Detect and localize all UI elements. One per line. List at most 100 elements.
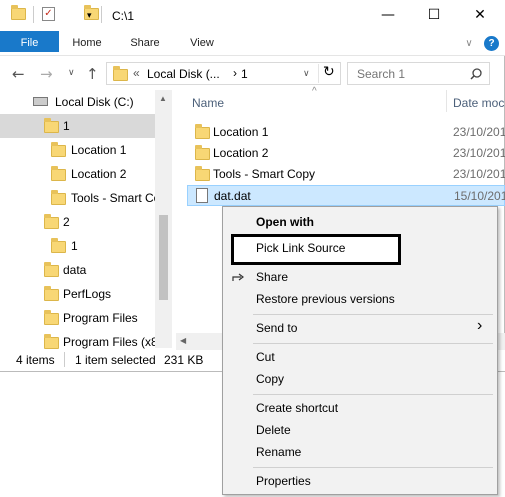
customize-quick-access-icon[interactable]: ▾ [87,10,92,21]
forward-arrow-icon[interactable]: → [40,65,53,83]
selection-count: 1 item selected [75,353,156,367]
expand-ribbon-icon[interactable]: ∨ [462,31,476,56]
file-row-location-1[interactable]: Location 1 23/10/201 [187,122,505,143]
ribbon: File Home Share View ∨ ? [0,31,505,56]
divider [318,64,319,83]
folder-icon [44,334,59,349]
maximize-button[interactable]: ☐ [411,0,457,31]
file-date: 15/10/201 [454,189,505,203]
address-bar[interactable]: « Local Disk (... › 1 ∨ ↻ [106,62,341,85]
folder-icon [44,214,59,229]
tree-item-perflogs[interactable]: PerfLogs [0,282,155,306]
divider [64,352,65,367]
selection-size: 231 KB [164,353,204,367]
address-dropdown-icon[interactable]: ∨ [303,68,310,79]
window-title: C:\1 [112,9,135,23]
tree-item-label: Location 1 [71,143,127,157]
tree-scrollbar[interactable]: ▲ [155,90,172,348]
folder-icon [113,66,128,81]
breadcrumb-local-disk[interactable]: Local Disk (... [147,67,220,81]
tab-file[interactable]: File [0,31,59,52]
column-header-date-modified[interactable]: Date moc [453,96,504,110]
tree-item-program-files[interactable]: Program Files [0,306,155,330]
tab-share[interactable]: Share [120,31,170,56]
tree-item-1-shortcut[interactable]: 1 [0,234,155,258]
file-name: Tools - Smart Copy [213,167,316,181]
file-row-dat-dat[interactable]: dat.dat 15/10/201 [187,185,505,206]
menu-item-pick-link-source[interactable]: Pick Link Source [256,241,345,255]
folder-icon [195,166,210,181]
tree-item-data[interactable]: data [0,258,155,282]
file-name: dat.dat [214,189,251,203]
tab-home[interactable]: Home [62,31,112,56]
folder-icon [44,310,59,325]
menu-separator [253,467,493,468]
tree-item-label: 2 [63,215,70,229]
search-icon[interactable] [470,68,482,80]
file-date: 23/10/201 [453,125,505,139]
menu-separator [253,343,493,344]
scroll-up-icon[interactable]: ▲ [159,94,167,103]
divider [101,6,102,23]
tree-item-2[interactable]: 2 [0,210,155,234]
tree-item-tools-smart-copy[interactable]: Tools - Smart Co [0,186,160,210]
folder-icon [44,286,59,301]
submenu-arrow-icon: › [477,317,483,334]
tree-item-program-files-x86[interactable]: Program Files (x8 [0,330,158,350]
share-icon [232,273,244,281]
menu-item-rename[interactable]: Rename [256,445,301,459]
tab-view[interactable]: View [177,31,227,56]
tree-item-label: data [63,263,87,277]
menu-item-open-with[interactable]: Open with [256,215,314,229]
menu-item-create-shortcut[interactable]: Create shortcut [256,401,338,415]
column-divider[interactable] [446,90,447,112]
file-row-location-2[interactable]: Location 2 23/10/201 [187,143,505,164]
recent-locations-icon[interactable]: ∨ [68,68,75,78]
tree-item-label: 1 [71,239,78,253]
divider [33,6,34,23]
tree-item-location-1[interactable]: Location 1 [0,138,155,162]
drive-icon [33,97,48,106]
scroll-left-icon[interactable]: ◀ [180,336,186,345]
menu-item-copy[interactable]: Copy [256,372,284,386]
search-box[interactable] [347,62,490,85]
overflow-chevron-icon[interactable]: « [133,66,140,80]
search-input[interactable] [348,63,468,84]
folder-icon [51,166,66,181]
sort-indicator-icon: ^ [312,86,317,97]
back-arrow-icon[interactable]: ← [12,65,25,83]
context-menu: Open with Pick Link Source Share Restore… [222,206,498,495]
file-date: 23/10/201 [453,146,505,160]
menu-item-send-to[interactable]: Send to [256,321,297,335]
tree-item-1[interactable]: 1 [0,114,155,138]
tree-item-label: PerfLogs [63,287,112,301]
breadcrumb-1[interactable]: 1 [241,67,248,81]
close-button[interactable]: ✕ [457,0,503,31]
menu-item-delete[interactable]: Delete [256,423,291,437]
menu-item-cut[interactable]: Cut [256,350,275,364]
file-date: 23/10/201 [453,167,505,181]
column-header-name[interactable]: Name [192,96,224,110]
tree-item-label: Program Files [63,311,138,325]
properties-icon[interactable]: ✓ [42,7,55,21]
tree-item-label: 1 [63,119,70,133]
folder-icon [195,145,210,160]
tree-item-local-disk[interactable]: Local Disk (C:) [0,90,155,114]
help-icon[interactable]: ? [484,36,499,51]
refresh-icon[interactable]: ↻ [323,64,335,80]
menu-separator [253,314,493,315]
file-row-tools-smart-copy[interactable]: Tools - Smart Copy 23/10/201 [187,164,505,185]
breadcrumb-separator-icon: › [233,66,237,80]
up-arrow-icon[interactable]: ↑ [86,65,99,83]
file-name: Location 1 [213,125,269,139]
minimize-button[interactable]: — [365,0,411,31]
file-name: Location 2 [213,146,269,160]
menu-item-share[interactable]: Share [256,270,288,284]
scrollbar-thumb[interactable] [159,215,168,300]
tree-item-location-2[interactable]: Location 2 [0,162,155,186]
folder-icon [11,5,26,20]
menu-item-restore-previous-versions[interactable]: Restore previous versions [256,292,395,306]
menu-separator [253,394,493,395]
folder-icon [44,118,59,133]
menu-item-properties[interactable]: Properties [256,474,311,488]
